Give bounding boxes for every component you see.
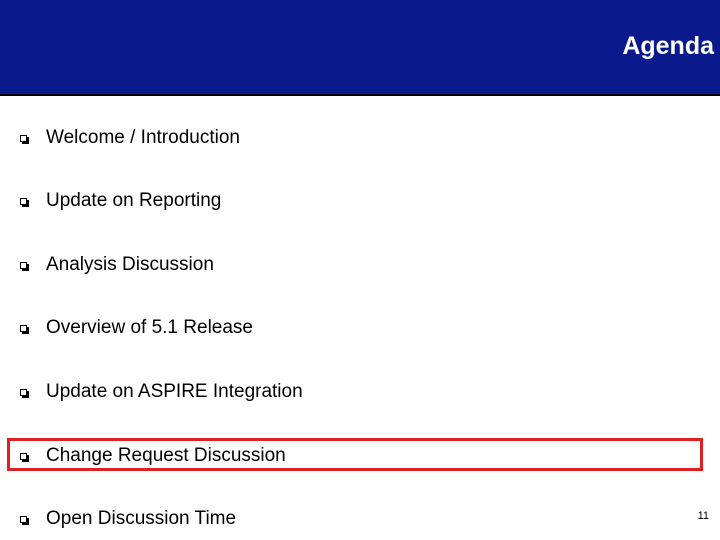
square-bullet-icon — [20, 388, 30, 399]
square-bullet-icon — [20, 134, 30, 145]
header-bar: Agenda — [0, 0, 720, 96]
agenda-item-label: Welcome / Introduction — [46, 127, 240, 148]
square-bullet-icon — [20, 261, 30, 272]
agenda-item-reporting: Update on Reporting — [20, 187, 221, 215]
square-bullet-icon — [20, 515, 30, 526]
agenda-item-label: Update on ASPIRE Integration — [46, 381, 303, 402]
agenda-item-welcome: Welcome / Introduction — [20, 124, 240, 152]
agenda-item-label: Analysis Discussion — [46, 254, 214, 275]
agenda-item-release-overview: Overview of 5.1 Release — [20, 314, 253, 342]
agenda-item-open-discussion: Open Discussion Time — [20, 505, 236, 533]
square-bullet-icon — [20, 197, 30, 208]
slide-title: Agenda — [622, 32, 714, 60]
square-bullet-icon — [20, 324, 30, 335]
agenda-item-label: Open Discussion Time — [46, 508, 237, 529]
highlight-box — [7, 438, 703, 471]
agenda-item-analysis: Analysis Discussion — [20, 251, 214, 279]
agenda-item-label: Update on Reporting — [46, 190, 222, 211]
agenda-item-aspire-integration: Update on ASPIRE Integration — [20, 378, 303, 406]
agenda-item-label: Overview of 5.1 Release — [46, 317, 253, 338]
page-number: 11 — [697, 510, 709, 522]
